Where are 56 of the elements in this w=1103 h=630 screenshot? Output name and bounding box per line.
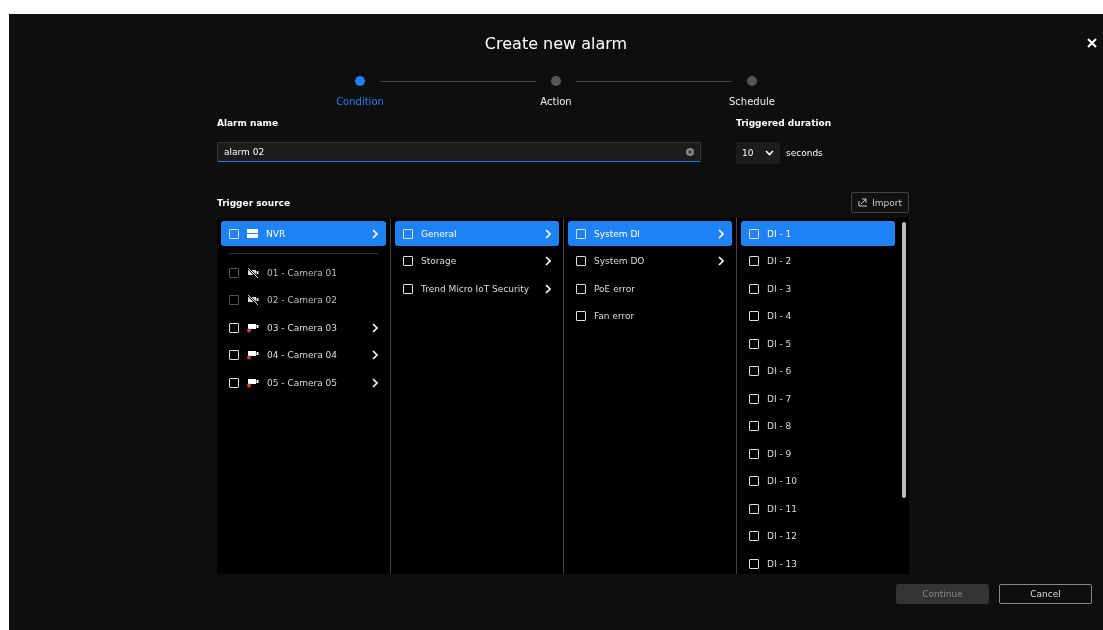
source-list-item[interactable]: DI - 8 xyxy=(741,413,895,439)
source-list-item[interactable]: 04 - Camera 04 xyxy=(221,342,386,368)
chevron-down-icon xyxy=(765,150,774,156)
camera-off-icon xyxy=(247,295,259,305)
chevron-right-icon xyxy=(372,322,378,333)
source-list-item[interactable]: Storage xyxy=(395,248,559,274)
camera-icon xyxy=(247,350,259,360)
source-list-item[interactable]: DI - 4 xyxy=(741,303,895,329)
clear-icon[interactable] xyxy=(686,148,694,156)
source-list-item[interactable]: NVR xyxy=(221,221,386,246)
source-list-item[interactable]: 05 - Camera 05 xyxy=(221,370,386,395)
source-list-item[interactable]: Trend Micro IoT Security xyxy=(395,276,559,301)
step-label[interactable]: Action xyxy=(540,96,572,107)
chevron-right-icon xyxy=(718,256,724,266)
scrollbar-thumb[interactable] xyxy=(902,222,906,498)
section-label: Trigger source xyxy=(217,197,291,208)
source-list-item[interactable]: DI - 7 xyxy=(741,386,895,411)
camera-icon xyxy=(247,377,259,388)
source-list-item[interactable]: DI - 12 xyxy=(741,523,895,549)
unit-label: seconds xyxy=(786,148,823,158)
dialog-button[interactable]: Cancel xyxy=(999,584,1092,604)
source-list-item[interactable]: System DI xyxy=(568,221,732,246)
field-label: Alarm name xyxy=(217,118,280,128)
close-icon[interactable] xyxy=(1087,38,1097,48)
source-list-item[interactable]: DI - 11 xyxy=(741,496,895,521)
source-list-item[interactable]: DI - 6 xyxy=(741,358,895,384)
field-label: Triggered duration xyxy=(736,118,833,128)
source-list-item[interactable]: DI - 5 xyxy=(741,331,895,356)
server-icon xyxy=(247,229,258,238)
source-list-item[interactable]: System DO xyxy=(568,248,732,274)
camera-off-icon xyxy=(247,267,259,278)
import-button[interactable]: Import xyxy=(851,192,909,213)
source-list-item[interactable]: General xyxy=(395,221,559,246)
source-list-item[interactable]: DI - 10 xyxy=(741,468,895,494)
source-list-item[interactable]: DI - 1 xyxy=(741,221,895,246)
source-list-item[interactable]: DI - 2 xyxy=(741,248,895,274)
chevron-right-icon xyxy=(718,228,724,239)
step-label[interactable]: Condition xyxy=(336,96,384,107)
chevron-right-icon xyxy=(545,228,551,239)
chevron-right-icon xyxy=(545,256,551,266)
duration-select[interactable]: 10 xyxy=(736,142,780,164)
import-icon xyxy=(858,198,869,207)
step-label[interactable]: Schedule xyxy=(729,96,775,107)
chevron-right-icon xyxy=(372,350,378,360)
alarm-name-field[interactable]: alarm 02 xyxy=(217,142,701,162)
source-list-item[interactable]: PoE error xyxy=(568,276,732,301)
chevron-right-icon xyxy=(372,228,378,239)
source-list-item[interactable]: 03 - Camera 03 xyxy=(221,315,386,340)
source-list-item[interactable]: DI - 13 xyxy=(741,551,895,574)
source-list-item[interactable]: DI - 9 xyxy=(741,441,895,466)
chevron-right-icon xyxy=(372,377,378,388)
chevron-right-icon xyxy=(545,283,551,294)
source-list-item[interactable]: Fan error xyxy=(568,303,732,329)
source-list-item[interactable]: DI - 3 xyxy=(741,276,895,301)
dialog-title: Create new alarm xyxy=(484,33,628,53)
camera-icon xyxy=(247,322,259,333)
